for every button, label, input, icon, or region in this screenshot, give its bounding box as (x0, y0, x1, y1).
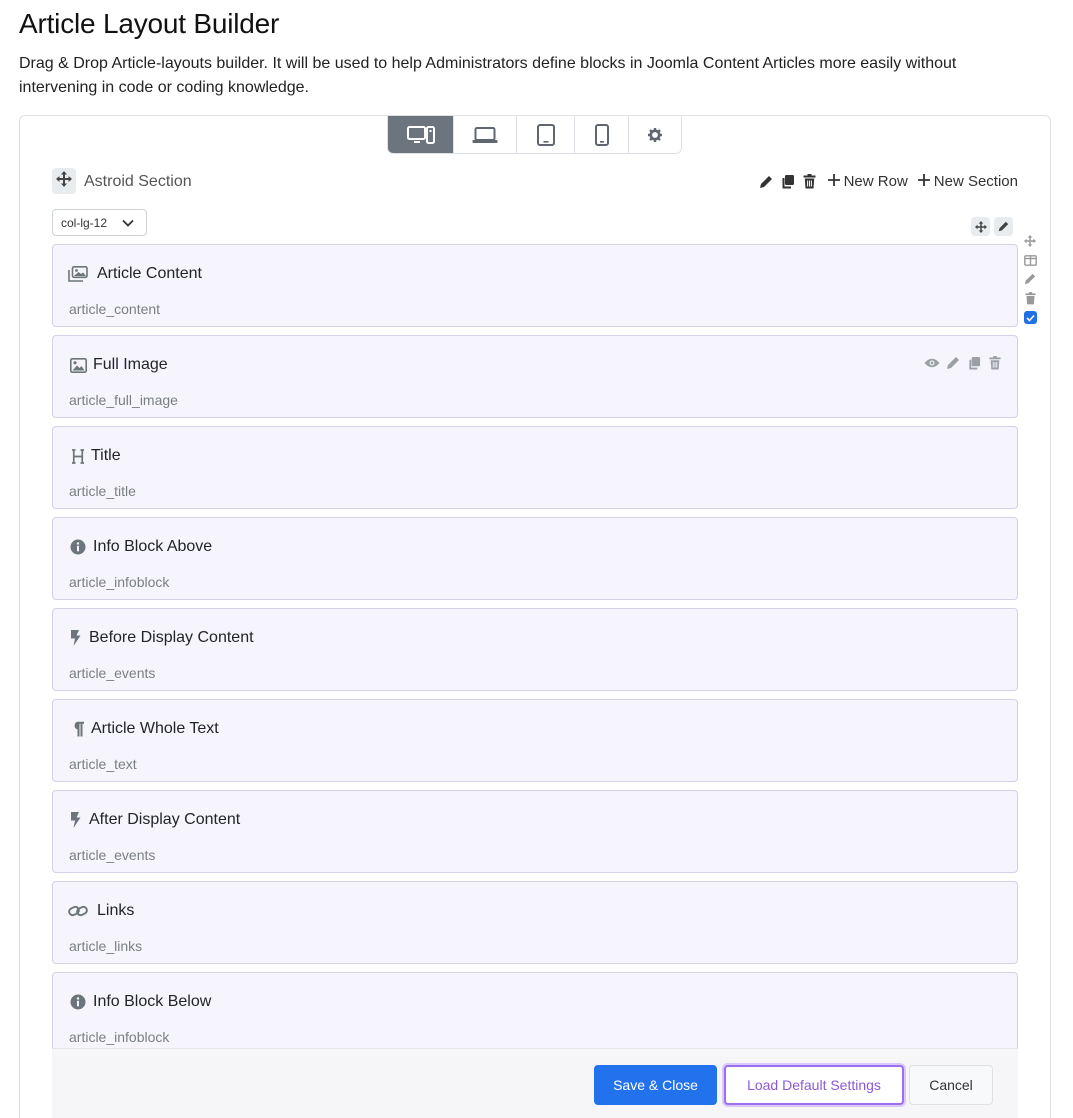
element-key: article_events (69, 847, 156, 863)
cancel-button[interactable]: Cancel (909, 1065, 993, 1105)
paragraph-icon (68, 720, 88, 738)
element-title: Info Block Above (93, 538, 213, 555)
column-move-icon[interactable] (971, 217, 990, 236)
bolt-icon (68, 629, 82, 647)
images-icon (68, 265, 88, 283)
column-edit-icon[interactable] (994, 217, 1013, 236)
device-desktop-button[interactable] (388, 116, 454, 153)
element-title: Before Display Content (89, 629, 254, 646)
page-title: Article Layout Builder (19, 8, 280, 39)
plus-icon (827, 173, 840, 190)
load-default-settings-button[interactable]: Load Default Settings (724, 1065, 904, 1105)
heading-icon (68, 447, 88, 465)
eye-icon[interactable] (924, 355, 940, 371)
element-title: Links (97, 902, 135, 919)
copy-section-icon[interactable] (780, 174, 796, 190)
plus-icon (917, 173, 930, 190)
element-title: Article Content (97, 265, 202, 282)
row-edit-icon[interactable] (1022, 271, 1038, 287)
laptop-icon (472, 126, 498, 144)
element-article-whole-text[interactable]: Article Whole Text article_text (52, 699, 1018, 782)
save-close-button[interactable]: Save & Close (594, 1065, 717, 1105)
section-actions: New Row New Section (758, 173, 1018, 190)
column-size-select[interactable]: col-lg-12 (52, 209, 147, 236)
element-actions (924, 355, 1003, 371)
element-key: article_title (69, 483, 136, 499)
row-enable-checkbox[interactable] (1024, 311, 1037, 324)
element-info-block-below[interactable]: Info Block Below article_infoblock (52, 972, 1018, 1055)
element-title: Title (91, 447, 121, 464)
element-title: Article Whole Text (91, 720, 219, 737)
info-icon (68, 538, 88, 556)
delete-icon[interactable] (987, 355, 1003, 371)
device-settings-button[interactable] (629, 116, 681, 153)
element-key: article_links (69, 938, 143, 954)
element-full-image[interactable]: Full Image article_full_image (52, 335, 1018, 418)
mobile-icon (594, 123, 609, 146)
row-move-icon[interactable] (1022, 233, 1038, 249)
device-tablet-button[interactable] (517, 116, 575, 153)
layout-builder: Astroid Section New Row New Section col-… (19, 115, 1051, 1118)
element-key: article_infoblock (69, 574, 170, 590)
section-header: Astroid Section New Row New Section (52, 168, 1018, 196)
element-before-display-content[interactable]: Before Display Content article_events (52, 608, 1018, 691)
action-footer: Save & Close Load Default Settings Cance… (52, 1048, 1018, 1118)
copy-icon[interactable] (966, 355, 982, 371)
new-row-label: New Row (843, 173, 908, 190)
image-icon (68, 356, 88, 374)
column-tools (971, 217, 1013, 236)
edit-icon[interactable] (945, 355, 961, 371)
element-title: After Display Content (89, 811, 241, 828)
edit-section-icon[interactable] (758, 174, 774, 190)
element-key: article_full_image (69, 392, 178, 408)
element-key: article_content (69, 301, 161, 317)
device-switcher (387, 116, 682, 154)
new-section-button[interactable]: New Section (917, 173, 1018, 190)
new-row-button[interactable]: New Row (827, 173, 908, 190)
device-mobile-button[interactable] (575, 116, 629, 153)
row-delete-icon[interactable] (1022, 290, 1038, 306)
element-info-block-above[interactable]: Info Block Above article_infoblock (52, 517, 1018, 600)
page-description: Drag & Drop Article-layouts builder. It … (19, 55, 957, 96)
section-move-handle[interactable] (52, 168, 76, 194)
element-key: article_events (69, 665, 156, 681)
new-section-label: New Section (933, 173, 1018, 190)
move-icon (56, 170, 72, 192)
elements-list: Article Content article_content Full Ima… (52, 244, 1018, 1063)
delete-section-icon[interactable] (802, 174, 818, 190)
section-name: Astroid Section (84, 173, 192, 190)
row-tools (1022, 233, 1038, 324)
element-links[interactable]: Links article_links (52, 881, 1018, 964)
element-after-display-content[interactable]: After Display Content article_events (52, 790, 1018, 873)
link-icon (68, 902, 88, 920)
element-key: article_text (69, 756, 137, 772)
chevron-down-icon (122, 217, 134, 231)
element-title-block[interactable]: Title article_title (52, 426, 1018, 509)
tablet-icon (536, 123, 555, 146)
info-icon (68, 993, 88, 1011)
device-laptop-button[interactable] (454, 116, 517, 153)
element-title: Info Block Below (93, 993, 212, 1010)
gear-icon (648, 127, 662, 142)
desktop-icon (406, 125, 435, 145)
element-title: Full Image (93, 356, 168, 373)
element-article-content[interactable]: Article Content article_content (52, 244, 1018, 327)
column-size-value: col-lg-12 (61, 215, 108, 230)
row-columns-icon[interactable] (1022, 252, 1038, 268)
element-key: article_infoblock (69, 1029, 170, 1045)
bolt-icon (68, 811, 82, 829)
